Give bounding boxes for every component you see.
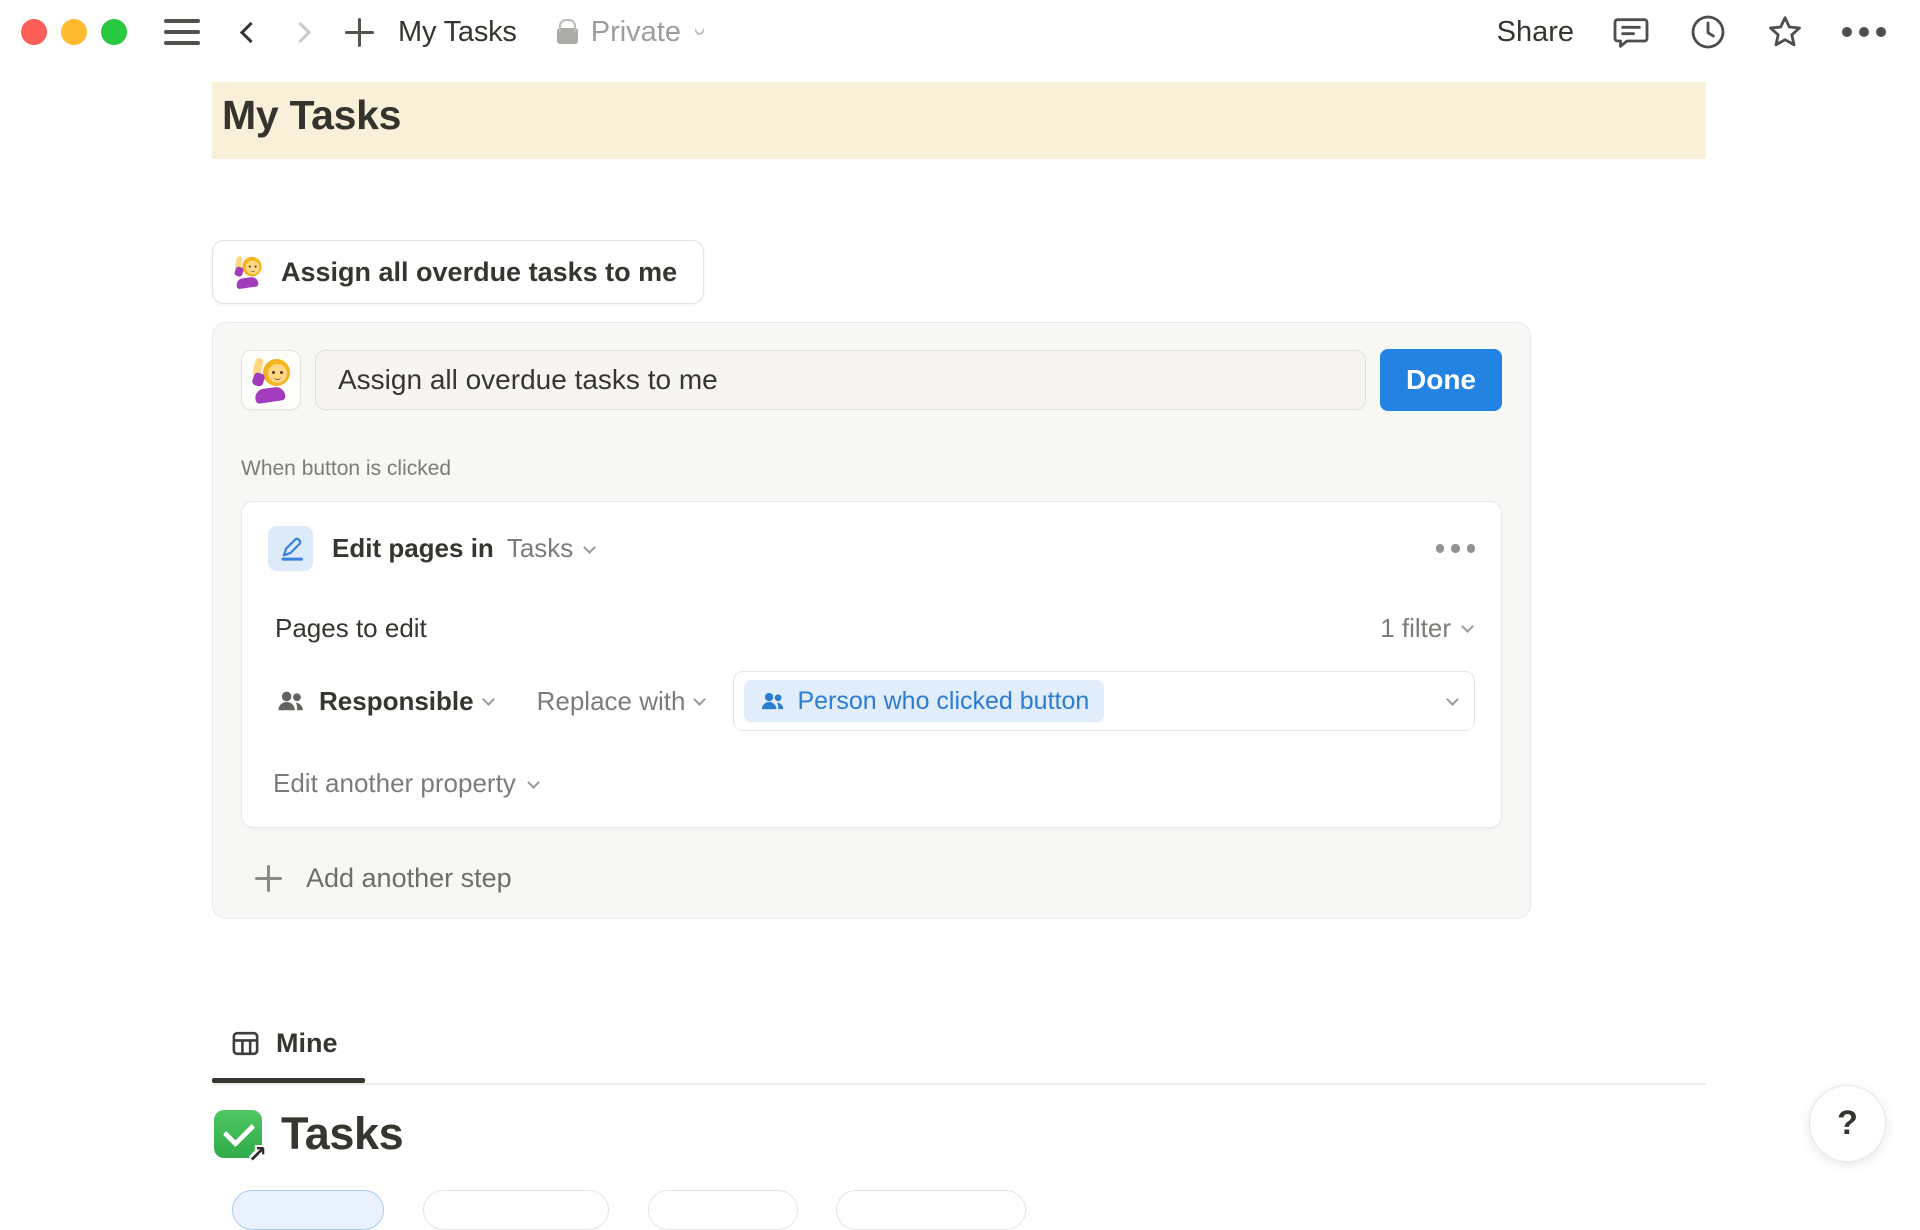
chevron-down-icon xyxy=(693,24,706,37)
chevron-right-icon xyxy=(289,21,310,42)
view-filter-pill[interactable] xyxy=(836,1190,1026,1230)
privacy-dropdown[interactable]: Private xyxy=(557,16,704,49)
trigger-label: When button is clicked xyxy=(241,457,1502,481)
operation-dropdown[interactable]: Replace with xyxy=(537,686,686,717)
help-button[interactable]: ? xyxy=(1809,1085,1886,1162)
page-cover-banner xyxy=(212,82,1706,159)
page-title[interactable]: My Tasks xyxy=(222,92,401,139)
quick-button-label: Assign all overdue tasks to me xyxy=(281,257,677,288)
lock-icon xyxy=(557,28,578,44)
property-dropdown[interactable]: Responsible xyxy=(319,686,474,717)
plus-icon xyxy=(255,865,282,892)
close-window-button[interactable] xyxy=(21,19,47,45)
star-icon xyxy=(1765,11,1805,53)
linked-database-arrow-icon: ↗ xyxy=(248,1143,267,1166)
topbar-actions: Share xyxy=(1497,12,1886,52)
view-tabs-divider xyxy=(212,1083,1706,1085)
raising-hand-emoji xyxy=(232,256,264,288)
person-chip-label: Person who clicked button xyxy=(797,687,1089,716)
share-button[interactable]: Share xyxy=(1497,16,1574,49)
step-action-label: Edit pages in xyxy=(332,533,494,564)
edit-another-property-label: Edit another property xyxy=(273,768,516,799)
more-options-button[interactable] xyxy=(1842,27,1886,37)
edit-another-property-button[interactable]: Edit another property xyxy=(268,768,1475,799)
button-editor-panel: Done When button is clicked Edit pages i… xyxy=(212,322,1531,919)
minimize-window-button[interactable] xyxy=(61,19,87,45)
add-another-step-button[interactable]: Add another step xyxy=(255,863,1502,894)
window-titlebar: My Tasks Private Share xyxy=(0,0,1920,64)
target-database-dropdown[interactable]: Tasks xyxy=(507,533,573,564)
add-step-label: Add another step xyxy=(306,863,512,894)
breadcrumb-page-title[interactable]: My Tasks xyxy=(398,16,517,49)
privacy-label: Private xyxy=(591,16,681,49)
check-mark-emoji: ↗ xyxy=(214,1110,262,1158)
clock-icon xyxy=(1688,12,1728,52)
chevron-down-icon xyxy=(583,541,596,554)
chevron-down-icon xyxy=(1461,620,1474,633)
view-filter-pill-active[interactable] xyxy=(232,1190,384,1230)
help-label: ? xyxy=(1837,1104,1858,1143)
comment-icon xyxy=(1611,12,1651,52)
table-view-icon xyxy=(230,1028,261,1059)
back-button[interactable] xyxy=(232,17,262,47)
done-button[interactable]: Done xyxy=(1380,349,1502,411)
filter-count-label: 1 filter xyxy=(1380,613,1451,644)
step-menu-button[interactable] xyxy=(1436,544,1476,553)
forward-button[interactable] xyxy=(288,17,318,47)
chevron-down-icon xyxy=(527,776,540,789)
raising-hand-emoji xyxy=(249,358,293,402)
button-name-row: Done xyxy=(241,349,1502,411)
chevron-left-icon xyxy=(239,21,260,42)
zoom-window-button[interactable] xyxy=(101,19,127,45)
people-icon xyxy=(759,688,786,715)
automation-step-card: Edit pages in Tasks Pages to edit 1 filt… xyxy=(241,501,1502,828)
filter-dropdown[interactable]: 1 filter xyxy=(1380,613,1472,644)
button-name-input[interactable] xyxy=(315,350,1366,410)
database-title-label: Tasks xyxy=(281,1108,403,1160)
updates-button[interactable] xyxy=(1688,12,1728,52)
new-page-button[interactable] xyxy=(344,17,374,47)
chevron-down-icon xyxy=(1446,693,1459,706)
person-value-chip[interactable]: Person who clicked button xyxy=(744,680,1104,722)
chevron-down-icon xyxy=(694,693,707,706)
linked-database-title[interactable]: ↗ Tasks xyxy=(214,1108,403,1160)
view-tab-mine[interactable]: Mine xyxy=(212,1023,365,1063)
active-tab-underline xyxy=(212,1078,365,1083)
view-filter-pill[interactable] xyxy=(648,1190,798,1230)
plus-icon xyxy=(345,18,374,47)
comments-button[interactable] xyxy=(1611,12,1651,52)
edit-pages-icon xyxy=(268,526,313,571)
view-filter-pill[interactable] xyxy=(423,1190,609,1230)
pages-filter-row: Pages to edit 1 filter xyxy=(268,613,1475,644)
value-select[interactable]: Person who clicked button xyxy=(733,671,1475,731)
step-header: Edit pages in Tasks xyxy=(268,526,1475,571)
people-icon xyxy=(275,686,306,717)
chevron-down-icon xyxy=(482,693,495,706)
assign-tasks-button[interactable]: Assign all overdue tasks to me xyxy=(212,240,704,304)
macos-traffic-lights xyxy=(21,19,127,45)
property-edit-row: Responsible Replace with Person who clic… xyxy=(268,671,1475,731)
favorite-button[interactable] xyxy=(1765,12,1805,52)
pages-to-edit-label: Pages to edit xyxy=(275,613,427,644)
sidebar-toggle-icon[interactable] xyxy=(164,19,200,45)
button-emoji-picker[interactable] xyxy=(241,350,301,410)
view-tab-label: Mine xyxy=(276,1028,338,1059)
